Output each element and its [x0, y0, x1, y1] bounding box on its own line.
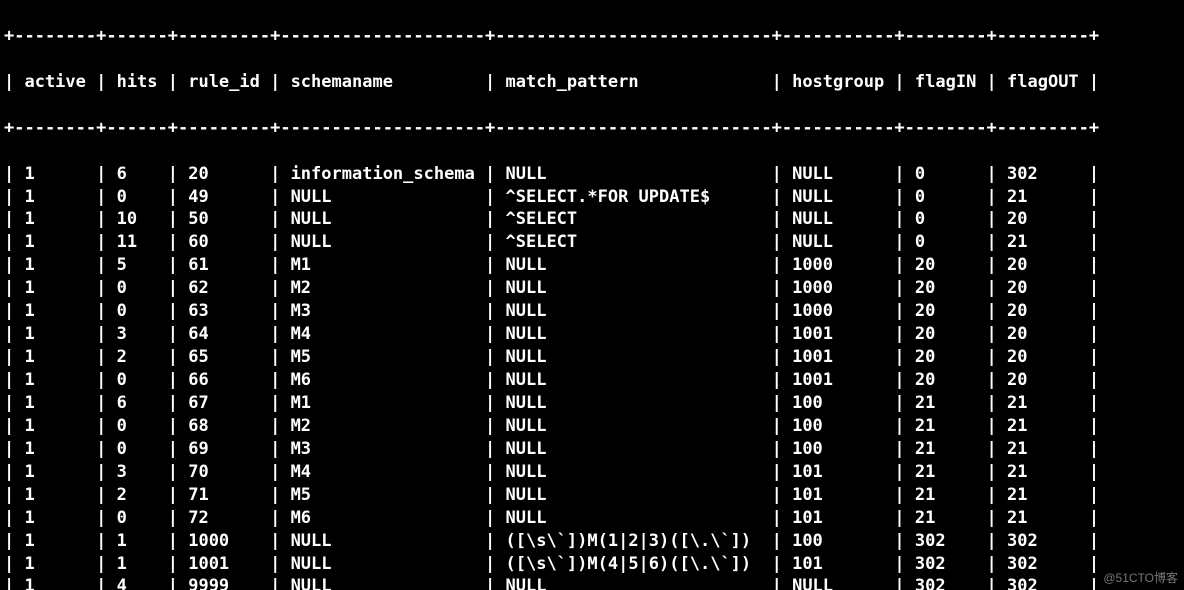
table-row: | 1 | 5 | 61 | M1 | NULL | 1000 | 20 | 2… [4, 254, 1180, 277]
table-row: | 1 | 3 | 70 | M4 | NULL | 101 | 21 | 21… [4, 461, 1180, 484]
table-row: | 1 | 0 | 69 | M3 | NULL | 100 | 21 | 21… [4, 438, 1180, 461]
table-row: | 1 | 6 | 20 | information_schema | NULL… [4, 163, 1180, 186]
table-row: | 1 | 0 | 62 | M2 | NULL | 1000 | 20 | 2… [4, 277, 1180, 300]
table-row: | 1 | 2 | 71 | M5 | NULL | 101 | 21 | 21… [4, 484, 1180, 507]
table-row: | 1 | 11 | 60 | NULL | ^SELECT | NULL | … [4, 231, 1180, 254]
table-row: | 1 | 10 | 50 | NULL | ^SELECT | NULL | … [4, 208, 1180, 231]
table-row: | 1 | 3 | 64 | M4 | NULL | 1001 | 20 | 2… [4, 323, 1180, 346]
table-row: | 1 | 1 | 1001 | NULL | ([\s\`])M(4|5|6)… [4, 553, 1180, 576]
table-border-mid: +--------+------+---------+-------------… [4, 117, 1180, 140]
table-row: | 1 | 0 | 72 | M6 | NULL | 101 | 21 | 21… [4, 507, 1180, 530]
table-row: | 1 | 0 | 68 | M2 | NULL | 100 | 21 | 21… [4, 415, 1180, 438]
table-row: | 1 | 0 | 66 | M6 | NULL | 1001 | 20 | 2… [4, 369, 1180, 392]
table-row: | 1 | 0 | 49 | NULL | ^SELECT.*FOR UPDAT… [4, 186, 1180, 209]
table-row: | 1 | 4 | 9999 | NULL | NULL | NULL | 30… [4, 575, 1180, 590]
table-border-top: +--------+------+---------+-------------… [4, 25, 1180, 48]
table-row: | 1 | 2 | 65 | M5 | NULL | 1001 | 20 | 2… [4, 346, 1180, 369]
table-row: | 1 | 1 | 1000 | NULL | ([\s\`])M(1|2|3)… [4, 530, 1180, 553]
terminal-output: +--------+------+---------+-------------… [0, 0, 1184, 590]
table-row: | 1 | 6 | 67 | M1 | NULL | 100 | 21 | 21… [4, 392, 1180, 415]
table-row: | 1 | 0 | 63 | M3 | NULL | 1000 | 20 | 2… [4, 300, 1180, 323]
watermark: @51CTO博客 [1103, 570, 1178, 586]
table-header-row: | active | hits | rule_id | schemaname |… [4, 71, 1180, 94]
table-body: | 1 | 6 | 20 | information_schema | NULL… [4, 163, 1180, 590]
